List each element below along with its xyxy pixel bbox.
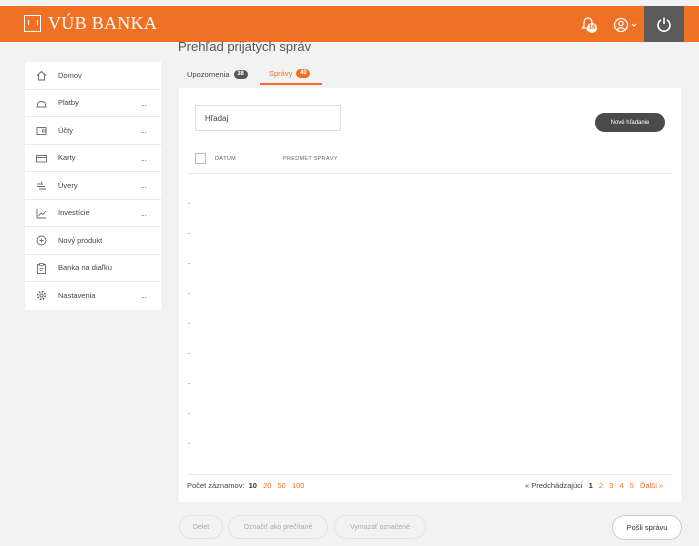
vub-logo-icon (24, 15, 41, 32)
sidebar-item-label: Nový produkt (58, 235, 103, 245)
column-header-date[interactable]: DÁTUM (215, 156, 236, 162)
sidebar-item-cards[interactable]: Karty ... (25, 145, 161, 172)
table-row[interactable] (188, 293, 190, 294)
table-row[interactable] (188, 383, 190, 384)
sidebar-item-label: Domov (58, 70, 82, 80)
new-search-button[interactable]: Nové hľadanie (595, 113, 665, 132)
next-page-link[interactable]: Ďalší » (640, 481, 663, 490)
tab-label: Upozornenia (187, 70, 230, 79)
sidebar-item-label: Úvery (58, 180, 78, 190)
notification-badge: 16 (587, 23, 597, 33)
sidebar-item-payments[interactable]: Platby ... (25, 90, 161, 117)
page-link[interactable]: 1 (589, 481, 593, 490)
more-icon[interactable]: ... (141, 126, 147, 135)
count-badge: 40 (296, 69, 311, 78)
brand-name: VÚB BANKA (48, 13, 158, 33)
payments-icon (36, 100, 47, 107)
logout-button[interactable] (644, 6, 684, 42)
more-icon[interactable]: ... (141, 291, 147, 300)
page-link[interactable]: 3 (609, 481, 613, 490)
sidebar-item-remote-banking[interactable]: Banka na diaľku (25, 255, 161, 282)
divider (187, 173, 673, 174)
loan-icon (37, 181, 46, 190)
tab-alerts[interactable]: Upozornenia 38 (187, 64, 248, 85)
home-icon (36, 70, 47, 81)
tab-label: Správy (269, 69, 293, 78)
sidebar-item-label: Účty (58, 125, 73, 135)
brand-logo[interactable]: VÚB BANKA (24, 13, 157, 34)
top-bar: VÚB BANKA 16 (0, 6, 699, 42)
search-input[interactable] (195, 105, 341, 131)
page-link[interactable]: 2 (599, 481, 603, 490)
page-size-option[interactable]: 10 (249, 481, 257, 490)
chart-icon (36, 208, 47, 218)
sidebar-item-new-product[interactable]: Nový produkt (25, 227, 161, 255)
sidebar-item-label: Nastavenia (58, 291, 96, 301)
user-menu-icon[interactable] (613, 17, 639, 33)
page-size-option[interactable]: 20 (263, 481, 271, 490)
table-row[interactable] (188, 413, 190, 414)
send-message-button[interactable]: Pošli správu (612, 515, 682, 540)
wallet-icon (36, 127, 47, 135)
more-icon[interactable]: ... (141, 99, 147, 108)
previous-page-link[interactable]: « Predchádzajúci (525, 481, 583, 490)
delete-button[interactable]: Delet (179, 515, 223, 539)
divider (187, 474, 673, 475)
message-tabs: Upozornenia 38 Správy 40 (180, 64, 680, 86)
more-icon[interactable]: ... (141, 181, 147, 190)
gear-icon (36, 290, 47, 301)
page-size-option[interactable]: 50 (278, 481, 286, 490)
page-link[interactable]: 5 (630, 481, 634, 490)
page-size-selector: Počet záznamov: 10 20 50 100 (187, 481, 304, 490)
sidebar-item-home[interactable]: Domov (25, 62, 161, 90)
sidebar-item-label: Karty (58, 153, 76, 163)
more-icon[interactable]: ... (141, 209, 147, 218)
table-header: DÁTUM PREDMET SPRÁVY (195, 152, 675, 174)
page-link[interactable]: 4 (619, 481, 623, 490)
sidebar: Domov Platby ... Účty ... Karty ... Úver… (25, 62, 161, 310)
table-row[interactable] (188, 233, 190, 234)
page-title: Prehľad prijatých správ (178, 39, 312, 54)
sidebar-item-label: Investície (58, 208, 90, 218)
power-icon (657, 17, 671, 32)
select-all-checkbox[interactable] (195, 153, 206, 164)
table-row[interactable] (188, 443, 190, 444)
card-icon (36, 154, 47, 162)
sidebar-item-label: Banka na diaľku (58, 263, 112, 273)
clipboard-icon (37, 262, 46, 274)
tab-messages[interactable]: Správy 40 (260, 64, 322, 85)
page-size-option[interactable]: 100 (292, 481, 305, 490)
table-row[interactable] (188, 263, 190, 264)
mark-read-button[interactable]: Označiť ako prečítané (228, 515, 328, 539)
pagination: « Predchádzajúci 1 2 3 4 5 Ďalší » (525, 481, 663, 490)
plus-circle-icon (36, 235, 47, 246)
table-row[interactable] (188, 323, 190, 324)
count-badge: 38 (233, 70, 248, 79)
clear-marked-button[interactable]: Vymazať označené (334, 515, 426, 539)
table-row[interactable] (188, 203, 190, 204)
sidebar-item-investments[interactable]: Investície ... (25, 200, 161, 227)
records-label: Počet záznamov: (187, 481, 245, 490)
sidebar-item-settings[interactable]: Nastavenia ... (25, 282, 161, 310)
column-header-subject[interactable]: PREDMET SPRÁVY (283, 156, 338, 162)
sidebar-item-loans[interactable]: Úvery ... (25, 172, 161, 200)
sidebar-item-label: Platby (58, 98, 79, 108)
sidebar-item-accounts[interactable]: Účty ... (25, 117, 161, 145)
more-icon[interactable]: ... (141, 154, 147, 163)
table-row[interactable] (188, 353, 190, 354)
messages-panel: Nové hľadanie DÁTUM PREDMET SPRÁVY Počet… (179, 88, 681, 502)
